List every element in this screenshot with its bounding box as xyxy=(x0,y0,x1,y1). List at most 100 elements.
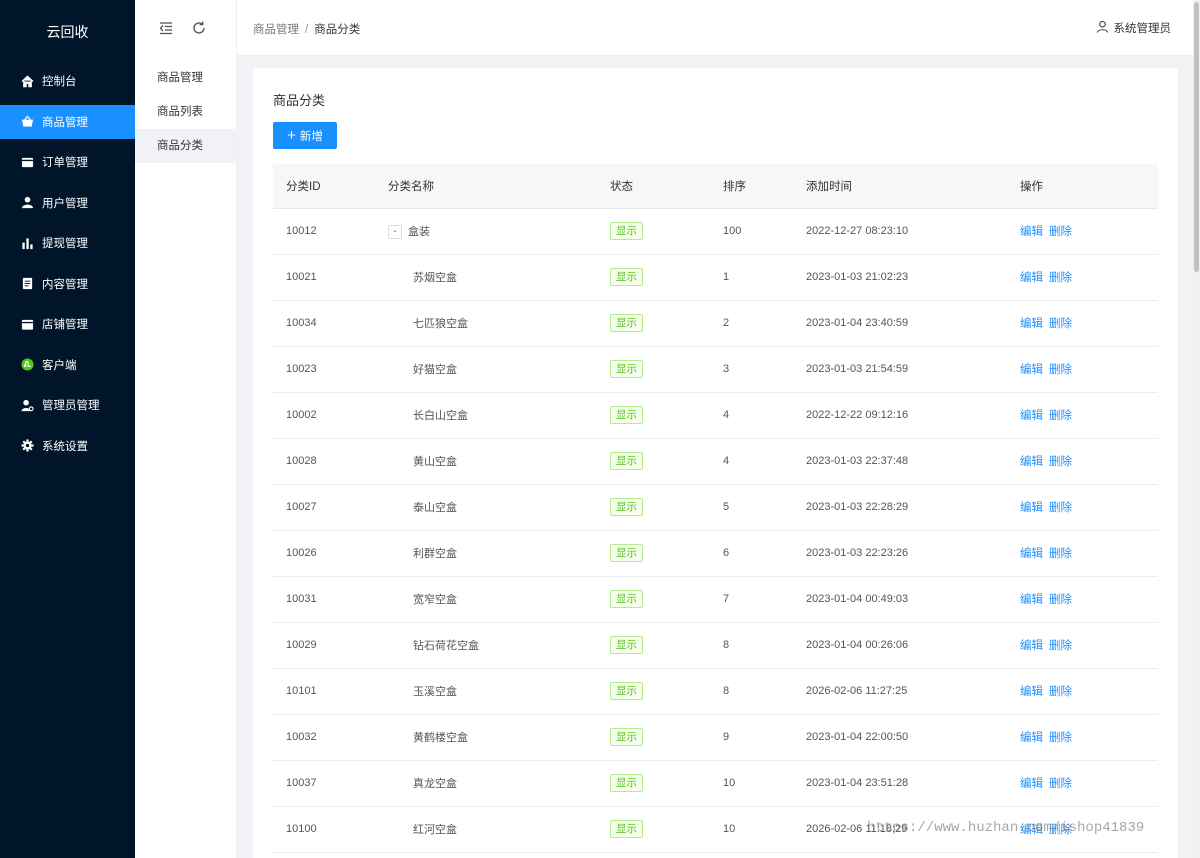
cell-name: 七匹狼空盒 xyxy=(375,300,597,347)
table-row: 10021 苏烟空盒 显示 1 2023-01-03 21:02:23 编辑 删除 xyxy=(273,254,1158,301)
edit-link[interactable]: 编辑 xyxy=(1020,456,1043,468)
cell-actions: 编辑 删除 xyxy=(1007,484,1158,531)
delete-link[interactable]: 删除 xyxy=(1049,778,1072,790)
status-badge: 显示 xyxy=(610,452,643,470)
edit-link[interactable]: 编辑 xyxy=(1020,226,1043,238)
delete-link[interactable]: 删除 xyxy=(1049,686,1072,698)
page-scrollbar[interactable] xyxy=(1193,0,1200,858)
edit-link[interactable]: 编辑 xyxy=(1020,778,1043,790)
edit-link[interactable]: 编辑 xyxy=(1020,594,1043,606)
status-badge: 显示 xyxy=(610,728,643,746)
add-category-button[interactable]: + 新增 xyxy=(273,122,337,149)
category-name: 长白山空盒 xyxy=(413,410,468,422)
cell-actions: 编辑 删除 xyxy=(1007,254,1158,301)
submenu-item-product-category[interactable]: 商品分类 xyxy=(135,129,236,163)
category-name: 盒装 xyxy=(408,225,430,238)
delete-link[interactable]: 删除 xyxy=(1049,364,1072,376)
sidebar-item-4[interactable]: 提现管理 xyxy=(0,226,135,260)
sidebar-item-8[interactable]: 管理员管理 xyxy=(0,388,135,422)
category-table: 分类ID 分类名称 状态 排序 添加时间 操作 10012- 盒装 显示 100 202… xyxy=(273,164,1158,853)
edit-link[interactable]: 编辑 xyxy=(1020,502,1043,514)
status-badge: 显示 xyxy=(610,820,643,838)
cell-name: 宽窄空盒 xyxy=(375,576,597,623)
delete-link[interactable]: 删除 xyxy=(1049,456,1072,468)
delete-link[interactable]: 删除 xyxy=(1049,502,1072,514)
scrollbar-thumb[interactable] xyxy=(1194,2,1199,272)
refresh-icon[interactable] xyxy=(191,20,207,36)
cell-id: 10021 xyxy=(273,254,375,301)
user-menu[interactable]: 系统管理员 xyxy=(1096,20,1172,36)
cell-actions: 编辑 删除 xyxy=(1007,760,1158,807)
edit-link[interactable]: 编辑 xyxy=(1020,364,1043,376)
sidebar-item-7[interactable]: 客户端 xyxy=(0,348,135,382)
edit-link[interactable]: 编辑 xyxy=(1020,686,1043,698)
cell-actions: 编辑 删除 xyxy=(1007,346,1158,393)
delete-link[interactable]: 删除 xyxy=(1049,410,1072,422)
delete-link[interactable]: 删除 xyxy=(1049,548,1072,560)
category-name: 宽窄空盒 xyxy=(413,594,457,606)
delete-link[interactable]: 删除 xyxy=(1049,732,1072,744)
cell-sort: 4 xyxy=(710,438,793,485)
cell-time: 2026-02-06 11:27:25 xyxy=(793,668,1007,715)
delete-link[interactable]: 删除 xyxy=(1049,318,1072,330)
edit-link[interactable]: 编辑 xyxy=(1020,732,1043,744)
sidebar-item-9[interactable]: 系统设置 xyxy=(0,429,135,463)
collapse-menu-icon[interactable] xyxy=(158,20,174,36)
cell-time: 2023-01-03 21:02:23 xyxy=(793,254,1007,301)
sidebar-item-2[interactable]: 订单管理 xyxy=(0,145,135,179)
delete-link[interactable]: 删除 xyxy=(1049,226,1072,238)
cell-sort: 7 xyxy=(710,576,793,623)
cell-time: 2023-01-04 00:26:06 xyxy=(793,622,1007,669)
cell-time: 2023-01-03 21:54:59 xyxy=(793,346,1007,393)
cell-sort: 10 xyxy=(710,806,793,853)
breadcrumb-current: 商品分类 xyxy=(314,24,361,36)
cell-sort: 6 xyxy=(710,530,793,577)
sidebar-item-3[interactable]: 用户管理 xyxy=(0,186,135,220)
breadcrumb: 商品管理 / 商品分类 xyxy=(253,21,360,37)
sidebar-item-label: 店铺管理 xyxy=(42,319,88,331)
cell-actions: 编辑 删除 xyxy=(1007,576,1158,623)
edit-link[interactable]: 编辑 xyxy=(1020,272,1043,284)
edit-link[interactable]: 编辑 xyxy=(1020,548,1043,560)
submenu-item-product-list[interactable]: 商品列表 xyxy=(135,95,236,129)
edit-link[interactable]: 编辑 xyxy=(1020,318,1043,330)
cell-name: 好猫空盒 xyxy=(375,346,597,393)
watermark: https://www.huzhan.com/ishop41839 xyxy=(867,820,1145,836)
cell-time: 2023-01-03 22:28:29 xyxy=(793,484,1007,531)
category-name: 泰山空盒 xyxy=(413,502,457,514)
sidebar-item-1[interactable]: 商品管理 xyxy=(0,104,135,139)
cell-actions: 编辑 删除 xyxy=(1007,300,1158,347)
cell-sort: 8 xyxy=(710,622,793,669)
table-header-row: 分类ID 分类名称 状态 排序 添加时间 操作 xyxy=(273,164,1158,209)
edit-link[interactable]: 编辑 xyxy=(1020,640,1043,652)
delete-link[interactable]: 删除 xyxy=(1049,640,1072,652)
delete-link[interactable]: 删除 xyxy=(1049,272,1072,284)
sidebar-item-5[interactable]: 内容管理 xyxy=(0,267,135,301)
cell-sort: 10 xyxy=(710,760,793,807)
cell-status: 显示 xyxy=(597,622,710,669)
category-name: 好猫空盒 xyxy=(413,364,457,376)
delete-link[interactable]: 删除 xyxy=(1049,594,1072,606)
cell-status: 显示 xyxy=(597,438,710,485)
breadcrumb-item[interactable]: 商品管理 xyxy=(253,24,299,36)
mini-program-icon xyxy=(21,358,34,371)
sidebar-item-6[interactable]: 店铺管理 xyxy=(0,307,135,341)
sidebar-item-label: 订单管理 xyxy=(42,157,88,169)
sidebar-item-label: 内容管理 xyxy=(42,278,88,291)
cell-sort: 9 xyxy=(710,714,793,761)
submenu: 商品管理 商品列表 商品分类 xyxy=(135,0,237,858)
sidebar-item-0[interactable]: 控制台 xyxy=(0,64,135,98)
user-name: 系统管理员 xyxy=(1113,23,1172,35)
edit-link[interactable]: 编辑 xyxy=(1020,410,1043,422)
cell-sort: 3 xyxy=(710,346,793,393)
table-row: 10023 好猫空盒 显示 3 2023-01-03 21:54:59 编辑 删除 xyxy=(273,346,1158,393)
cell-status: 显示 xyxy=(597,484,710,531)
cell-status: 显示 xyxy=(597,346,710,393)
category-name: 黄山空盒 xyxy=(413,456,457,468)
status-badge: 显示 xyxy=(610,268,643,286)
sidebar-item-label: 商品管理 xyxy=(42,116,88,129)
cell-actions: 编辑 删除 xyxy=(1007,714,1158,761)
collapse-toggle-icon[interactable]: - xyxy=(388,225,402,240)
cell-time: 2023-01-04 23:51:28 xyxy=(793,760,1007,807)
category-name: 苏烟空盒 xyxy=(413,272,457,284)
